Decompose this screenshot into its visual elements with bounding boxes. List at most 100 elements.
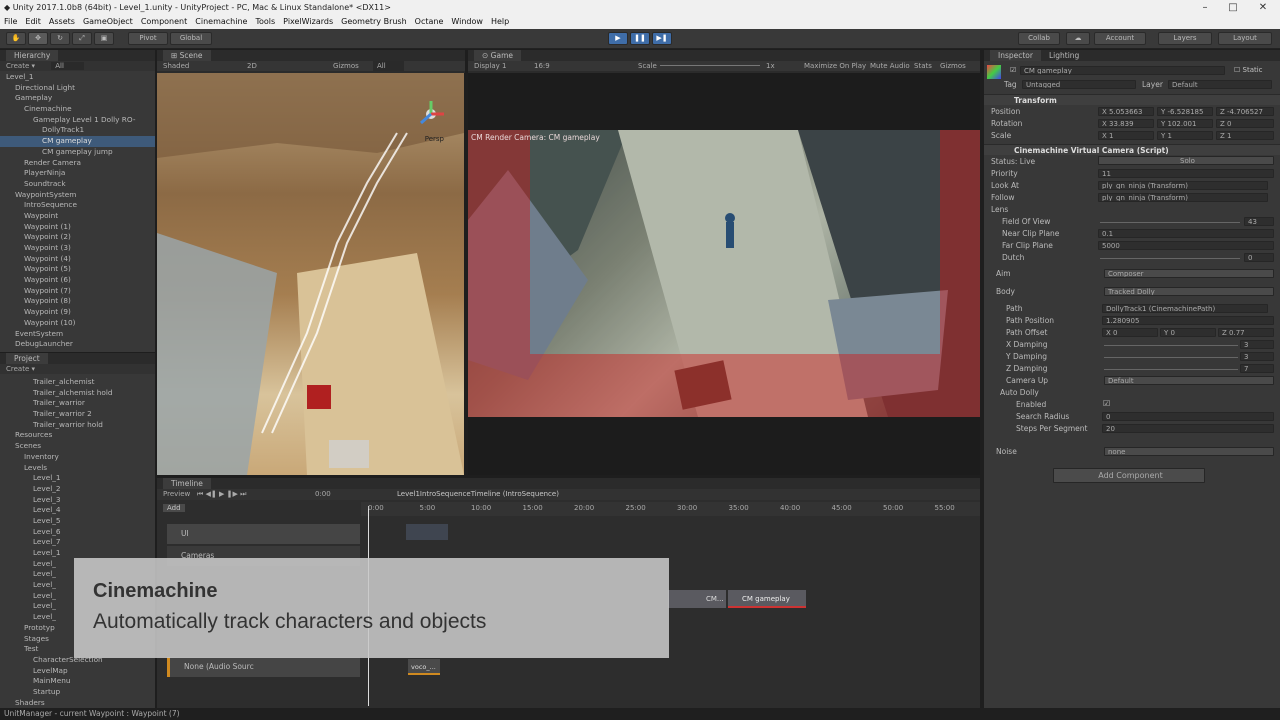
maximize-on-play-toggle[interactable]: Maximize On Play: [804, 61, 866, 71]
scale-z-field[interactable]: Z 1: [1216, 131, 1274, 140]
camera-clip-1[interactable]: CM...: [668, 590, 726, 608]
project-item[interactable]: Level_3: [0, 495, 155, 506]
position-x-field[interactable]: X 5.053663: [1098, 107, 1154, 116]
tab-inspector[interactable]: Inspector: [990, 50, 1041, 61]
menu-edit[interactable]: Edit: [21, 15, 45, 29]
path-offset-y-field[interactable]: Y 0: [1160, 328, 1216, 337]
rotation-x-field[interactable]: X 33.839: [1098, 119, 1154, 128]
timeline-preview-button[interactable]: Preview: [163, 490, 190, 498]
hierarchy-item[interactable]: Waypoint (8): [0, 296, 155, 307]
ui-clip[interactable]: [406, 524, 448, 540]
hierarchy-item[interactable]: Waypoint (6): [0, 275, 155, 286]
hierarchy-item[interactable]: Waypoint: [0, 211, 155, 222]
layers-dropdown[interactable]: Layers: [1158, 32, 1212, 45]
lookat-field[interactable]: ply_gn_ninja (Transform): [1098, 181, 1268, 190]
hierarchy-item[interactable]: Waypoint (9): [0, 307, 155, 318]
shading-mode-dropdown[interactable]: Shaded: [163, 62, 189, 70]
y-damping-slider[interactable]: [1104, 357, 1238, 358]
timeline-add-button[interactable]: Add: [163, 504, 185, 512]
mute-audio-toggle[interactable]: Mute Audio: [870, 61, 910, 71]
layer-dropdown[interactable]: Default: [1168, 80, 1272, 89]
menu-gameobject[interactable]: GameObject: [79, 15, 137, 29]
maximize-icon[interactable]: □: [1218, 0, 1248, 15]
position-y-field[interactable]: Y -6.528185: [1157, 107, 1213, 116]
rect-tool-icon[interactable]: ▣: [94, 32, 114, 45]
y-damping-field[interactable]: 3: [1240, 352, 1274, 361]
menu-geometry-brush[interactable]: Geometry Brush: [337, 15, 411, 29]
z-damping-slider[interactable]: [1104, 369, 1238, 370]
close-icon[interactable]: ✕: [1248, 0, 1278, 15]
path-offset-z-field[interactable]: Z 0.77: [1218, 328, 1274, 337]
project-item[interactable]: Trailer_warrior 2: [0, 409, 155, 420]
stats-toggle[interactable]: Stats: [914, 61, 932, 71]
follow-field[interactable]: ply_gn_ninja (Transform): [1098, 193, 1268, 202]
hierarchy-item[interactable]: Waypoint (5): [0, 264, 155, 275]
persp-label[interactable]: Persp: [425, 135, 444, 143]
enabled-checkbox[interactable]: ☑: [1103, 399, 1110, 408]
x-damping-field[interactable]: 3: [1240, 340, 1274, 349]
position-z-field[interactable]: Z -4.706527: [1216, 107, 1274, 116]
scene-gizmo-icon[interactable]: [416, 99, 446, 129]
scale-y-field[interactable]: Y 1: [1157, 131, 1213, 140]
hierarchy-item[interactable]: DebugLauncher: [0, 339, 155, 350]
tag-dropdown[interactable]: Untagged: [1022, 80, 1136, 89]
project-item[interactable]: Shaders: [0, 698, 155, 708]
account-dropdown[interactable]: Account: [1094, 32, 1146, 45]
project-item[interactable]: Inventory: [0, 452, 155, 463]
fov-slider[interactable]: [1100, 222, 1240, 223]
noise-label[interactable]: Noise: [996, 446, 1017, 457]
hierarchy-item[interactable]: CM gameplay: [0, 136, 155, 147]
menu-tools[interactable]: Tools: [251, 15, 279, 29]
track-audio[interactable]: None (Audio Sourc: [167, 657, 360, 677]
aim-dropdown[interactable]: Composer: [1104, 269, 1274, 278]
path-position-field[interactable]: 1.280905: [1102, 316, 1274, 325]
project-item[interactable]: Startup: [0, 687, 155, 698]
hierarchy-item[interactable]: Waypoint (3): [0, 243, 155, 254]
body-dropdown[interactable]: Tracked Dolly: [1104, 287, 1274, 296]
scene-viewport[interactable]: Persp: [157, 73, 464, 475]
hand-tool-icon[interactable]: ✋: [6, 32, 26, 45]
scale-x-field[interactable]: X 1: [1098, 131, 1154, 140]
dutch-field[interactable]: 0: [1244, 253, 1274, 262]
audio-clip[interactable]: voco_...: [408, 659, 440, 675]
body-label[interactable]: Body: [996, 286, 1015, 297]
rotation-z-field[interactable]: Z 0: [1216, 119, 1274, 128]
menu-pixelwizards[interactable]: PixelWizards: [279, 15, 337, 29]
transform-header[interactable]: Transform: [984, 94, 1280, 105]
tab-scene[interactable]: ⊞ Scene: [163, 50, 211, 61]
x-damping-slider[interactable]: [1104, 345, 1238, 346]
menu-assets[interactable]: Assets: [45, 15, 79, 29]
menu-window[interactable]: Window: [447, 15, 487, 29]
project-item[interactable]: Level_4: [0, 505, 155, 516]
aspect-dropdown[interactable]: 16:9: [534, 61, 550, 71]
project-item[interactable]: Level_2: [0, 484, 155, 495]
minimize-icon[interactable]: –: [1190, 0, 1220, 15]
vcam-header[interactable]: Cinemachine Virtual Camera (Script): [984, 144, 1280, 155]
menu-octane[interactable]: Octane: [411, 15, 448, 29]
aim-label[interactable]: Aim: [996, 268, 1011, 279]
2d-toggle[interactable]: 2D: [247, 61, 257, 71]
fov-field[interactable]: 43: [1244, 217, 1274, 226]
project-item[interactable]: Resources: [0, 430, 155, 441]
project-item[interactable]: Level_1: [0, 473, 155, 484]
hierarchy-item[interactable]: Level_1: [0, 72, 155, 83]
hierarchy-item[interactable]: Gameplay Level 1 Dolly RO-: [0, 115, 155, 126]
hierarchy-item[interactable]: Cinemachine: [0, 104, 155, 115]
hierarchy-item[interactable]: CM gameplay jump: [0, 147, 155, 158]
hierarchy-item[interactable]: Directional Light: [0, 83, 155, 94]
tab-timeline[interactable]: Timeline: [163, 478, 211, 489]
hierarchy-item[interactable]: DollyTrack1: [0, 125, 155, 136]
path-offset-x-field[interactable]: X 0: [1102, 328, 1158, 337]
lens-label[interactable]: Lens: [991, 204, 1008, 215]
layout-dropdown[interactable]: Layout: [1218, 32, 1272, 45]
project-item[interactable]: Trailer_alchemist: [0, 377, 155, 388]
near-clip-field[interactable]: 0.1: [1098, 229, 1274, 238]
hierarchy-item[interactable]: WaypointSystem: [0, 190, 155, 201]
pause-button[interactable]: ❚❚: [630, 32, 650, 45]
static-toggle[interactable]: ☐ Static: [1234, 66, 1263, 74]
path-field[interactable]: DollyTrack1 (CinemachinePath): [1102, 304, 1268, 313]
project-item[interactable]: Level_5: [0, 516, 155, 527]
tab-lighting[interactable]: Lighting: [1040, 50, 1088, 61]
tab-game[interactable]: ⊙ Game: [474, 50, 521, 61]
project-item[interactable]: Trailer_alchemist hold: [0, 388, 155, 399]
